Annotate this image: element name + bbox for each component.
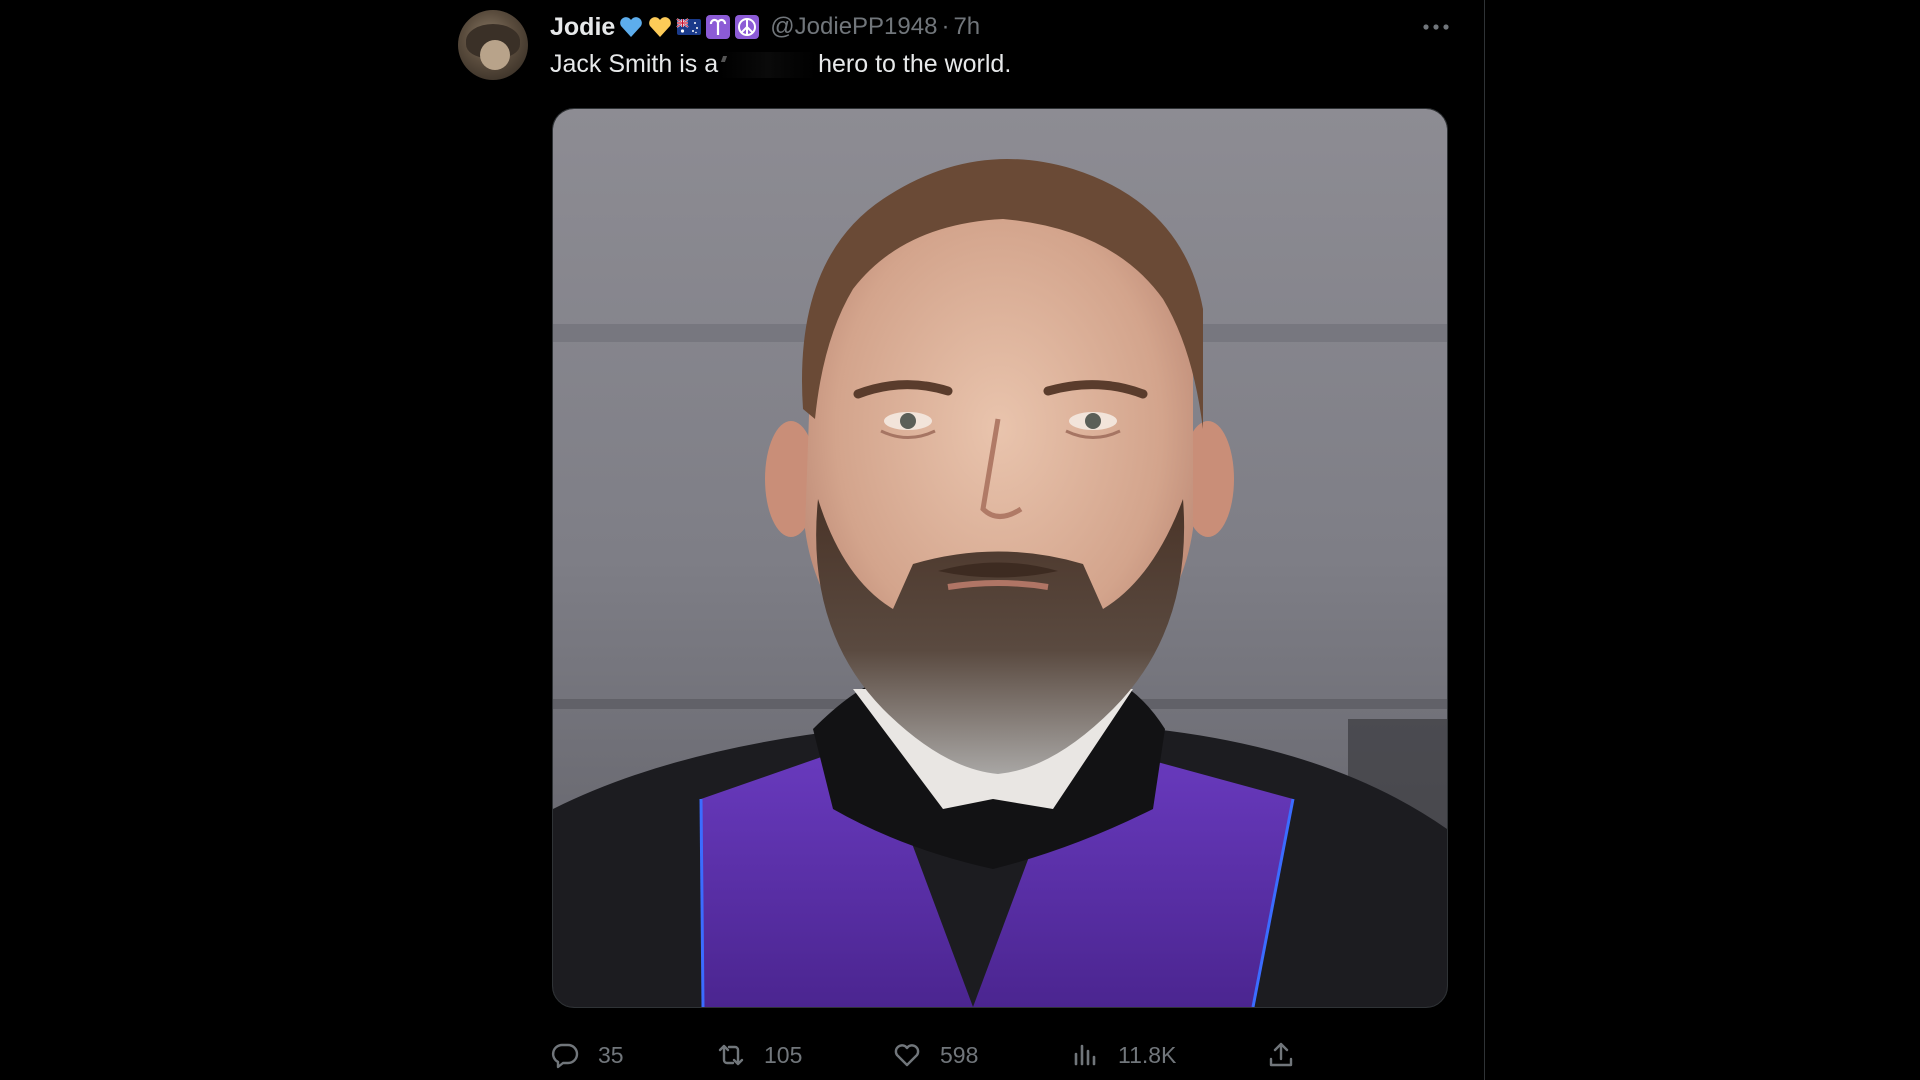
screenshot-stage: Jodie @JodiePP1948 · 7h Jack Smith is a … (0, 0, 1920, 1080)
repost-button[interactable]: 105 (716, 1035, 802, 1075)
views-chart-icon (1074, 1044, 1096, 1066)
australia-flag-icon (676, 18, 702, 35)
like-button[interactable]: 598 (892, 1035, 978, 1075)
yellow-heart-icon (649, 17, 672, 37)
timeline-column: Jodie @JodiePP1948 · 7h Jack Smith is a … (440, 0, 1485, 1080)
blue-heart-icon (620, 17, 643, 37)
peace-sign-icon (735, 15, 760, 39)
avatar[interactable] (458, 10, 528, 80)
more-options-icon[interactable] (1416, 12, 1456, 42)
heart-icon (894, 1044, 920, 1067)
author-name[interactable]: Jodie (550, 13, 615, 42)
like-count: 598 (940, 1041, 979, 1068)
tweet-actions: 35 105 598 11.8K (550, 1035, 1446, 1075)
tweet-header: Jodie @JodiePP1948 · 7h (550, 12, 980, 42)
views-count: 11.8K (1118, 1041, 1177, 1068)
views-button[interactable]: 11.8K (1070, 1035, 1176, 1075)
censored-word (720, 51, 817, 78)
tweet[interactable]: Jodie @JodiePP1948 · 7h Jack Smith is a … (458, 10, 1468, 1070)
reply-icon (551, 1043, 579, 1069)
meta-separator: · (941, 13, 950, 40)
aries-icon (706, 15, 731, 39)
tweet-timestamp[interactable]: 7h (953, 13, 980, 41)
tweet-text-end: hero to the world. (818, 50, 1012, 78)
tweet-text-start: Jack Smith is a (550, 50, 719, 78)
share-icon (1269, 1042, 1293, 1067)
tweet-photo[interactable] (552, 108, 1448, 1008)
tweet-text: Jack Smith is a hero to the world. (550, 50, 1011, 79)
avatar-face (480, 40, 510, 70)
author-handle[interactable]: @JodiePP1948 (770, 13, 937, 41)
repost-icon (718, 1044, 744, 1066)
portrait-photo (553, 109, 1447, 1007)
share-button[interactable] (1266, 1035, 1296, 1075)
reply-count: 35 (598, 1041, 624, 1068)
repost-count: 105 (764, 1041, 803, 1068)
reply-button[interactable]: 35 (550, 1035, 624, 1075)
